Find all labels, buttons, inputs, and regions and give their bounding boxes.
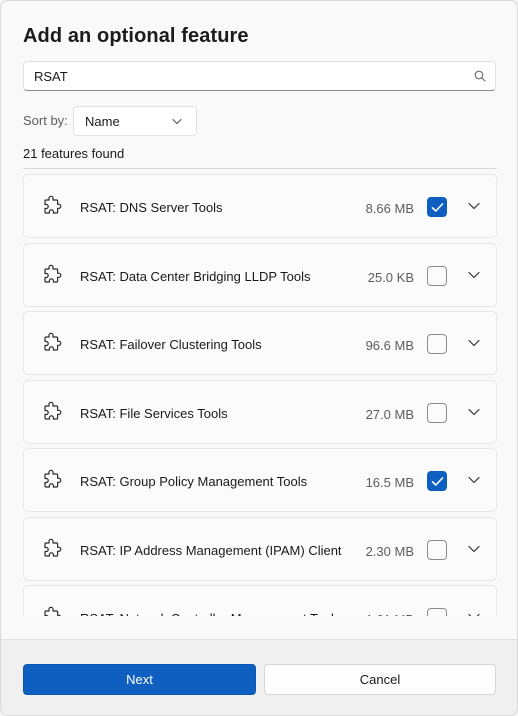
feature-checkbox[interactable] [427,334,447,354]
puzzle-icon [44,401,62,420]
feature-checkbox[interactable] [427,402,447,423]
checkmark-icon [431,477,444,486]
puzzle-icon [44,606,62,616]
list-divider [23,168,497,169]
feature-name: RSAT: Group Policy Management Tools [80,474,308,489]
search-icon[interactable] [474,70,486,82]
chevron-down-icon[interactable] [468,202,480,210]
chevron-down-icon [172,118,182,125]
sort-selected-value: Name [85,114,120,129]
chevron-down-icon[interactable] [468,339,480,347]
feature-checkbox[interactable] [427,471,447,491]
puzzle-icon [44,195,62,214]
feature-size: 96.6 MB [365,338,414,353]
feature-name: RSAT: IP Address Management (IPAM) Clien… [80,542,342,558]
feature-row[interactable]: RSAT: Failover Clustering Tools 96.6 MB [23,311,497,375]
results-count: 21 features found [23,146,125,161]
feature-row[interactable]: RSAT: DNS Server Tools 8.66 MB [23,174,497,238]
cancel-button[interactable]: Cancel [264,664,496,695]
chevron-down-icon[interactable] [468,271,480,279]
feature-size: 25.0 KB [367,269,414,285]
chevron-down-icon[interactable] [468,545,480,553]
feature-row[interactable]: RSAT: File Services Tools 27.0 MB [23,379,497,444]
dialog-title: Add an optional feature [23,25,249,47]
checkmark-icon [431,203,444,212]
feature-checkbox[interactable] [427,539,447,560]
feature-list[interactable]: RSAT: DNS Server Tools 8.66 MB RSAT: Data … [23,174,497,616]
feature-checkbox[interactable] [427,265,447,286]
feature-size: 8.66 MB [365,201,414,216]
optional-feature-dialog: Add an optional feature Sort by: Name 21… [0,0,518,716]
dialog-footer: Next Cancel [1,639,517,715]
feature-size: 16.5 MB [365,475,414,490]
puzzle-icon [44,264,62,283]
feature-size: 2.30 MB [365,543,414,559]
feature-name: RSAT: Data Center Bridging LLDP Tools [80,268,311,284]
puzzle-icon [44,469,62,488]
sort-dropdown[interactable]: Name [73,106,197,136]
sort-label: Sort by: [23,113,68,128]
feature-row[interactable]: RSAT: Group Policy Management Tools 16.5 … [23,448,497,512]
chevron-down-icon[interactable] [468,408,480,416]
feature-size: 1.61 MB [366,612,414,616]
feature-row[interactable]: RSAT: Data Center Bridging LLDP Tools 25.… [23,242,497,307]
feature-name: RSAT: File Services Tools [80,405,228,421]
puzzle-icon [44,332,62,351]
puzzle-icon [44,538,62,557]
feature-row[interactable]: RSAT: IP Address Management (IPAM) Clien… [23,516,497,581]
feature-name: RSAT: Failover Clustering Tools [80,337,262,352]
chevron-down-icon[interactable] [468,613,480,616]
chevron-down-icon[interactable] [468,476,480,484]
feature-checkbox[interactable] [427,197,447,217]
search-input[interactable] [24,62,464,90]
feature-row[interactable]: RSAT: Network Controller Management Tool… [23,585,497,616]
search-box[interactable] [23,61,496,91]
next-button[interactable]: Next [23,664,256,695]
feature-name: RSAT: DNS Server Tools [80,200,223,215]
feature-name: RSAT: Network Controller Management Tool… [80,611,340,616]
feature-size: 27.0 MB [365,406,414,422]
feature-checkbox[interactable] [427,608,447,616]
